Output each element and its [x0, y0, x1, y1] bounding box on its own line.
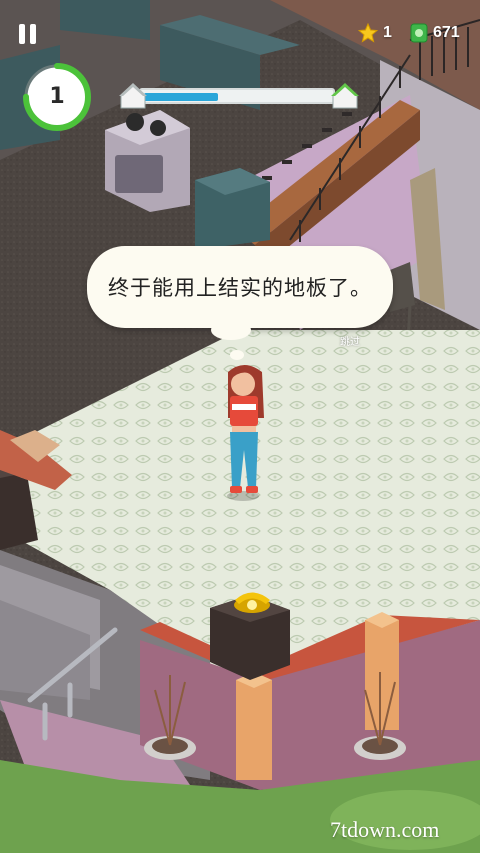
stars-counter: 1 [358, 22, 392, 44]
pause-icon [19, 24, 25, 44]
bubble-tail [211, 320, 251, 340]
watermark: 7tdown.com [330, 817, 440, 842]
progress-fill [144, 93, 218, 101]
pause-button[interactable] [16, 22, 40, 46]
stars-value: 1 [383, 24, 392, 41]
cash-icon [410, 23, 428, 43]
house-start-icon [119, 83, 147, 109]
cash-value: 671 [433, 24, 460, 41]
bubble-tail-dot [230, 350, 244, 360]
progress-bar [139, 88, 335, 104]
dialogue-bubble[interactable]: 终于能用上结实的地板了。 [87, 246, 393, 328]
house-goal-icon [331, 83, 359, 109]
renovation-progress [117, 82, 359, 110]
cash-counter: 671 [410, 22, 460, 44]
level-number: 1 [49, 84, 65, 109]
dialogue-text: 终于能用上结实的地板了。 [108, 276, 372, 300]
skip-button[interactable]: 跳过 [340, 333, 360, 348]
level-badge: 1 [22, 62, 92, 132]
star-icon [358, 23, 378, 43]
